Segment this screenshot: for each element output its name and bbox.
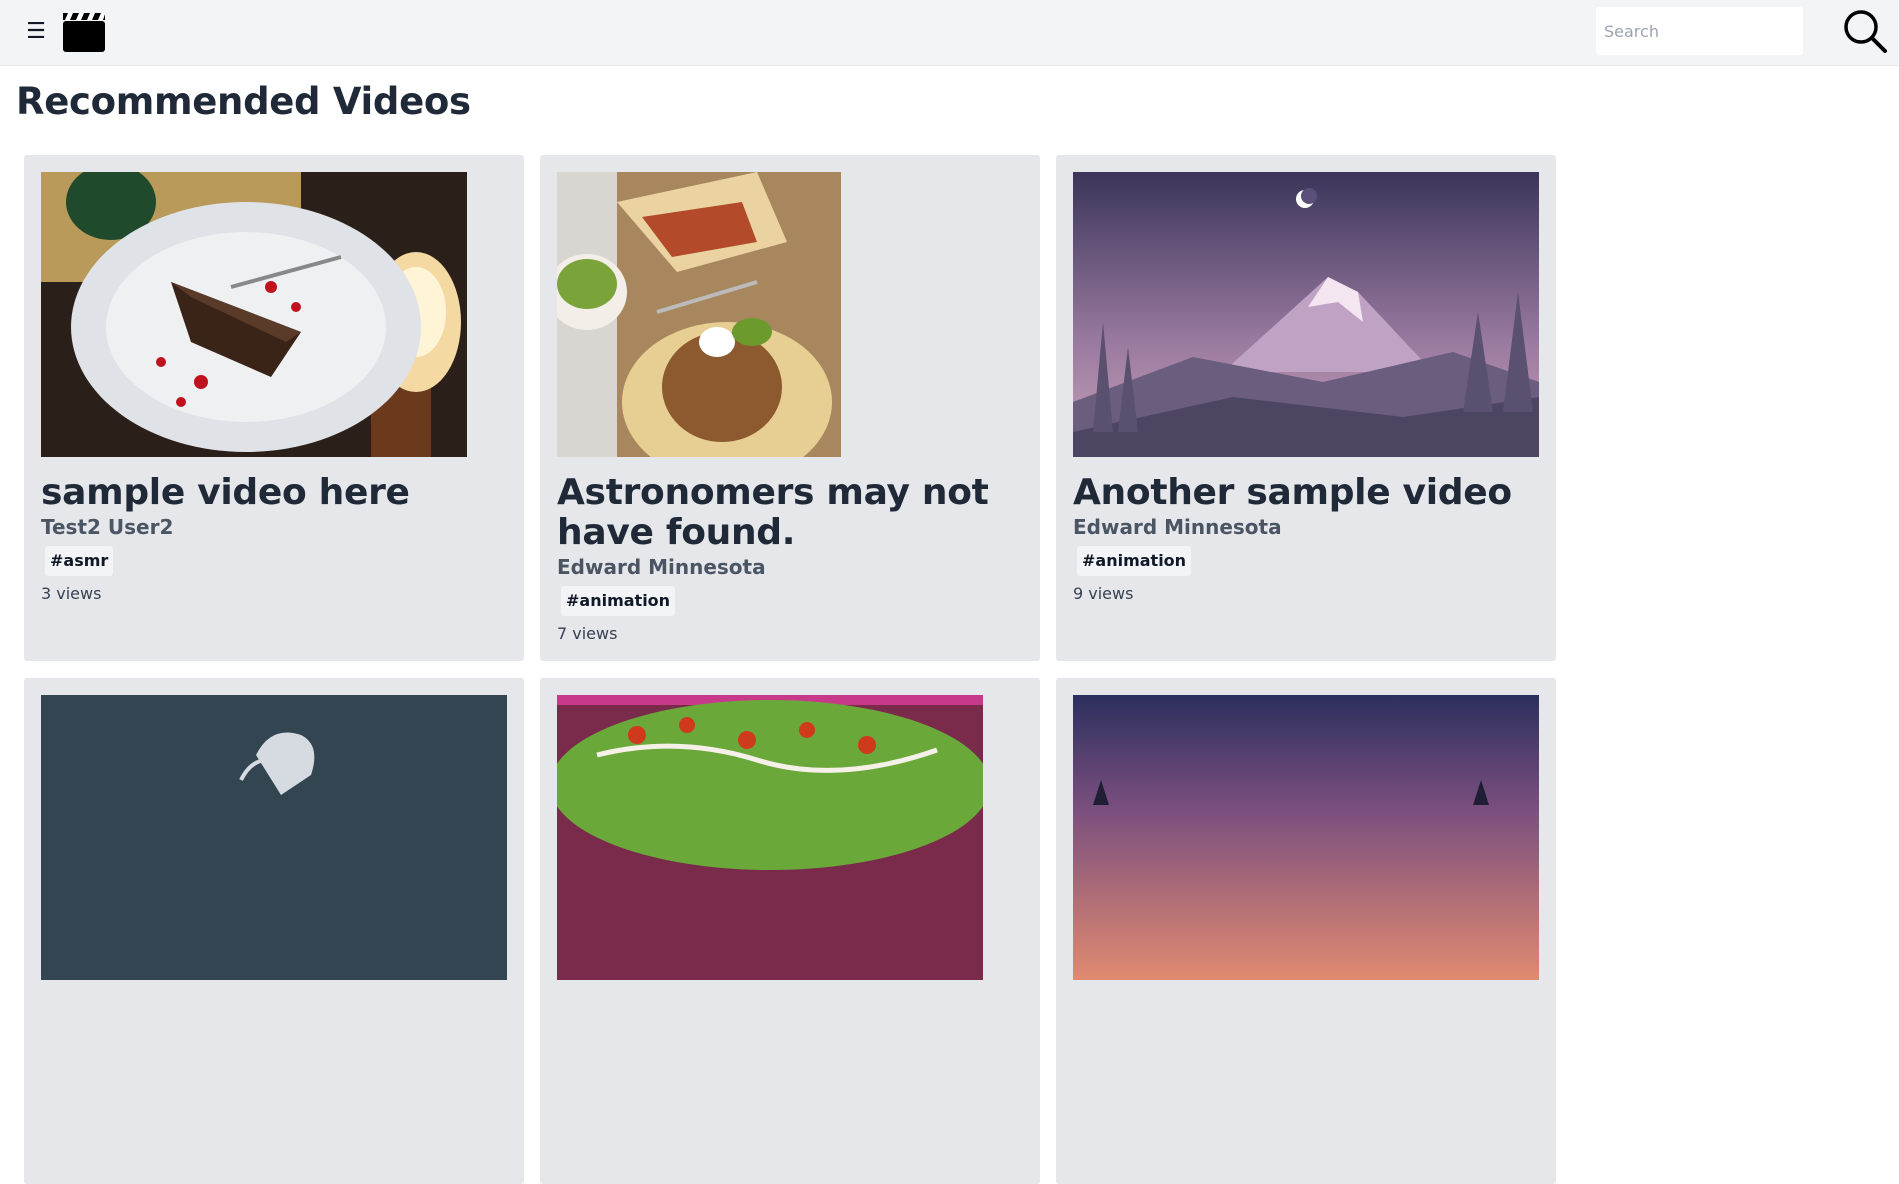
video-card[interactable]: Another sample video Edward Minnesota #a… (1056, 155, 1556, 661)
video-author[interactable]: Edward Minnesota (1073, 515, 1539, 539)
video-thumbnail[interactable] (41, 172, 467, 457)
search-input[interactable] (1596, 7, 1803, 55)
video-thumbnail[interactable] (557, 695, 983, 980)
page-title: Recommended Videos (16, 80, 471, 123)
video-thumbnail[interactable] (1073, 172, 1539, 457)
video-card[interactable] (540, 678, 1040, 1184)
video-title[interactable]: Astronomers may not have found. (557, 473, 1023, 553)
video-views: 9 views (1073, 584, 1134, 603)
video-card[interactable] (1056, 678, 1556, 1184)
video-author[interactable]: Test2 User2 (41, 515, 507, 539)
video-title[interactable]: Another sample video (1073, 473, 1539, 513)
video-card[interactable]: Astronomers may not have found. Edward M… (540, 155, 1040, 661)
video-views: 7 views (557, 624, 618, 643)
video-views: 3 views (41, 584, 102, 603)
video-tag[interactable]: #asmr (45, 546, 114, 576)
video-tag[interactable]: #animation (1077, 546, 1192, 576)
menu-icon[interactable]: ☰ (22, 18, 50, 46)
video-thumbnail[interactable] (557, 172, 841, 457)
video-thumbnail[interactable] (1073, 695, 1539, 980)
video-card[interactable] (24, 678, 524, 1184)
video-card[interactable]: sample video here Test2 User2 #asmr 3 vi… (24, 155, 524, 661)
search-icon[interactable] (1842, 8, 1888, 54)
top-bar: ☰ (0, 0, 1899, 66)
clapperboard-icon[interactable] (63, 10, 105, 52)
video-thumbnail[interactable] (41, 695, 507, 980)
video-author[interactable]: Edward Minnesota (557, 555, 1023, 579)
video-tag[interactable]: #animation (561, 586, 676, 616)
video-title[interactable]: sample video here (41, 473, 507, 513)
